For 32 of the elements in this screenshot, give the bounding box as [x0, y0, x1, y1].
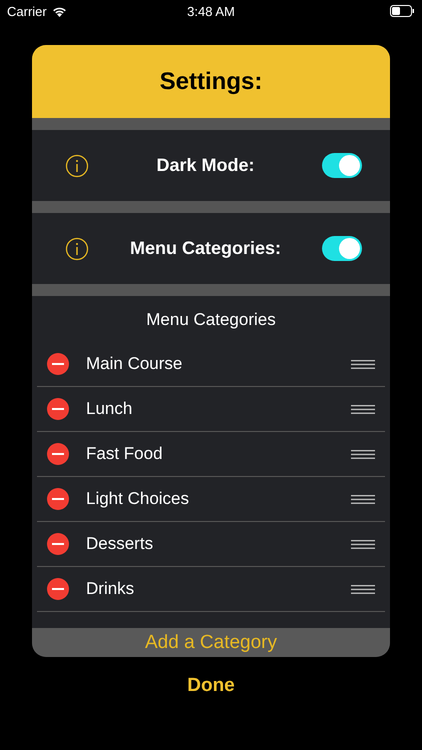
drag-handle-icon[interactable] — [351, 404, 375, 414]
drag-handle-icon[interactable] — [351, 540, 375, 548]
setting-label: Menu Categories: — [128, 238, 282, 259]
wifi-icon — [52, 6, 67, 16]
drag-handle-icon[interactable] — [351, 450, 375, 458]
remove-icon[interactable] — [47, 578, 69, 600]
clock-time: 3:48 AM — [187, 4, 235, 18]
remove-icon[interactable] — [47, 443, 69, 465]
done-button[interactable]: Done — [181, 673, 241, 699]
setting-label: Dark Mode: — [155, 155, 256, 176]
category-label: Fast Food — [86, 444, 164, 464]
remove-icon[interactable] — [47, 353, 69, 375]
category-label: Light Choices — [86, 489, 190, 509]
drag-handle-icon[interactable] — [351, 584, 375, 594]
remove-icon[interactable] — [47, 398, 69, 420]
remove-icon[interactable] — [47, 533, 69, 555]
carrier-label: Carrier — [7, 4, 47, 18]
drag-handle-icon[interactable] — [351, 360, 375, 368]
list-heading: Menu Categories — [145, 309, 277, 331]
toggle-switch[interactable] — [322, 153, 362, 178]
drag-handle-icon[interactable] — [351, 494, 375, 504]
toggle-switch[interactable] — [322, 236, 362, 261]
settings-title: Settings: — [160, 68, 262, 96]
category-label: Desserts — [86, 534, 154, 554]
category-label: Drinks — [86, 579, 136, 599]
add-category-button[interactable]: Add a Category — [32, 628, 390, 657]
category-label: Main Course — [86, 354, 184, 374]
battery-icon — [390, 5, 415, 17]
category-label: Lunch — [86, 399, 134, 419]
info-icon[interactable] — [65, 154, 89, 178]
info-icon[interactable] — [65, 236, 89, 260]
remove-icon[interactable] — [47, 488, 69, 510]
